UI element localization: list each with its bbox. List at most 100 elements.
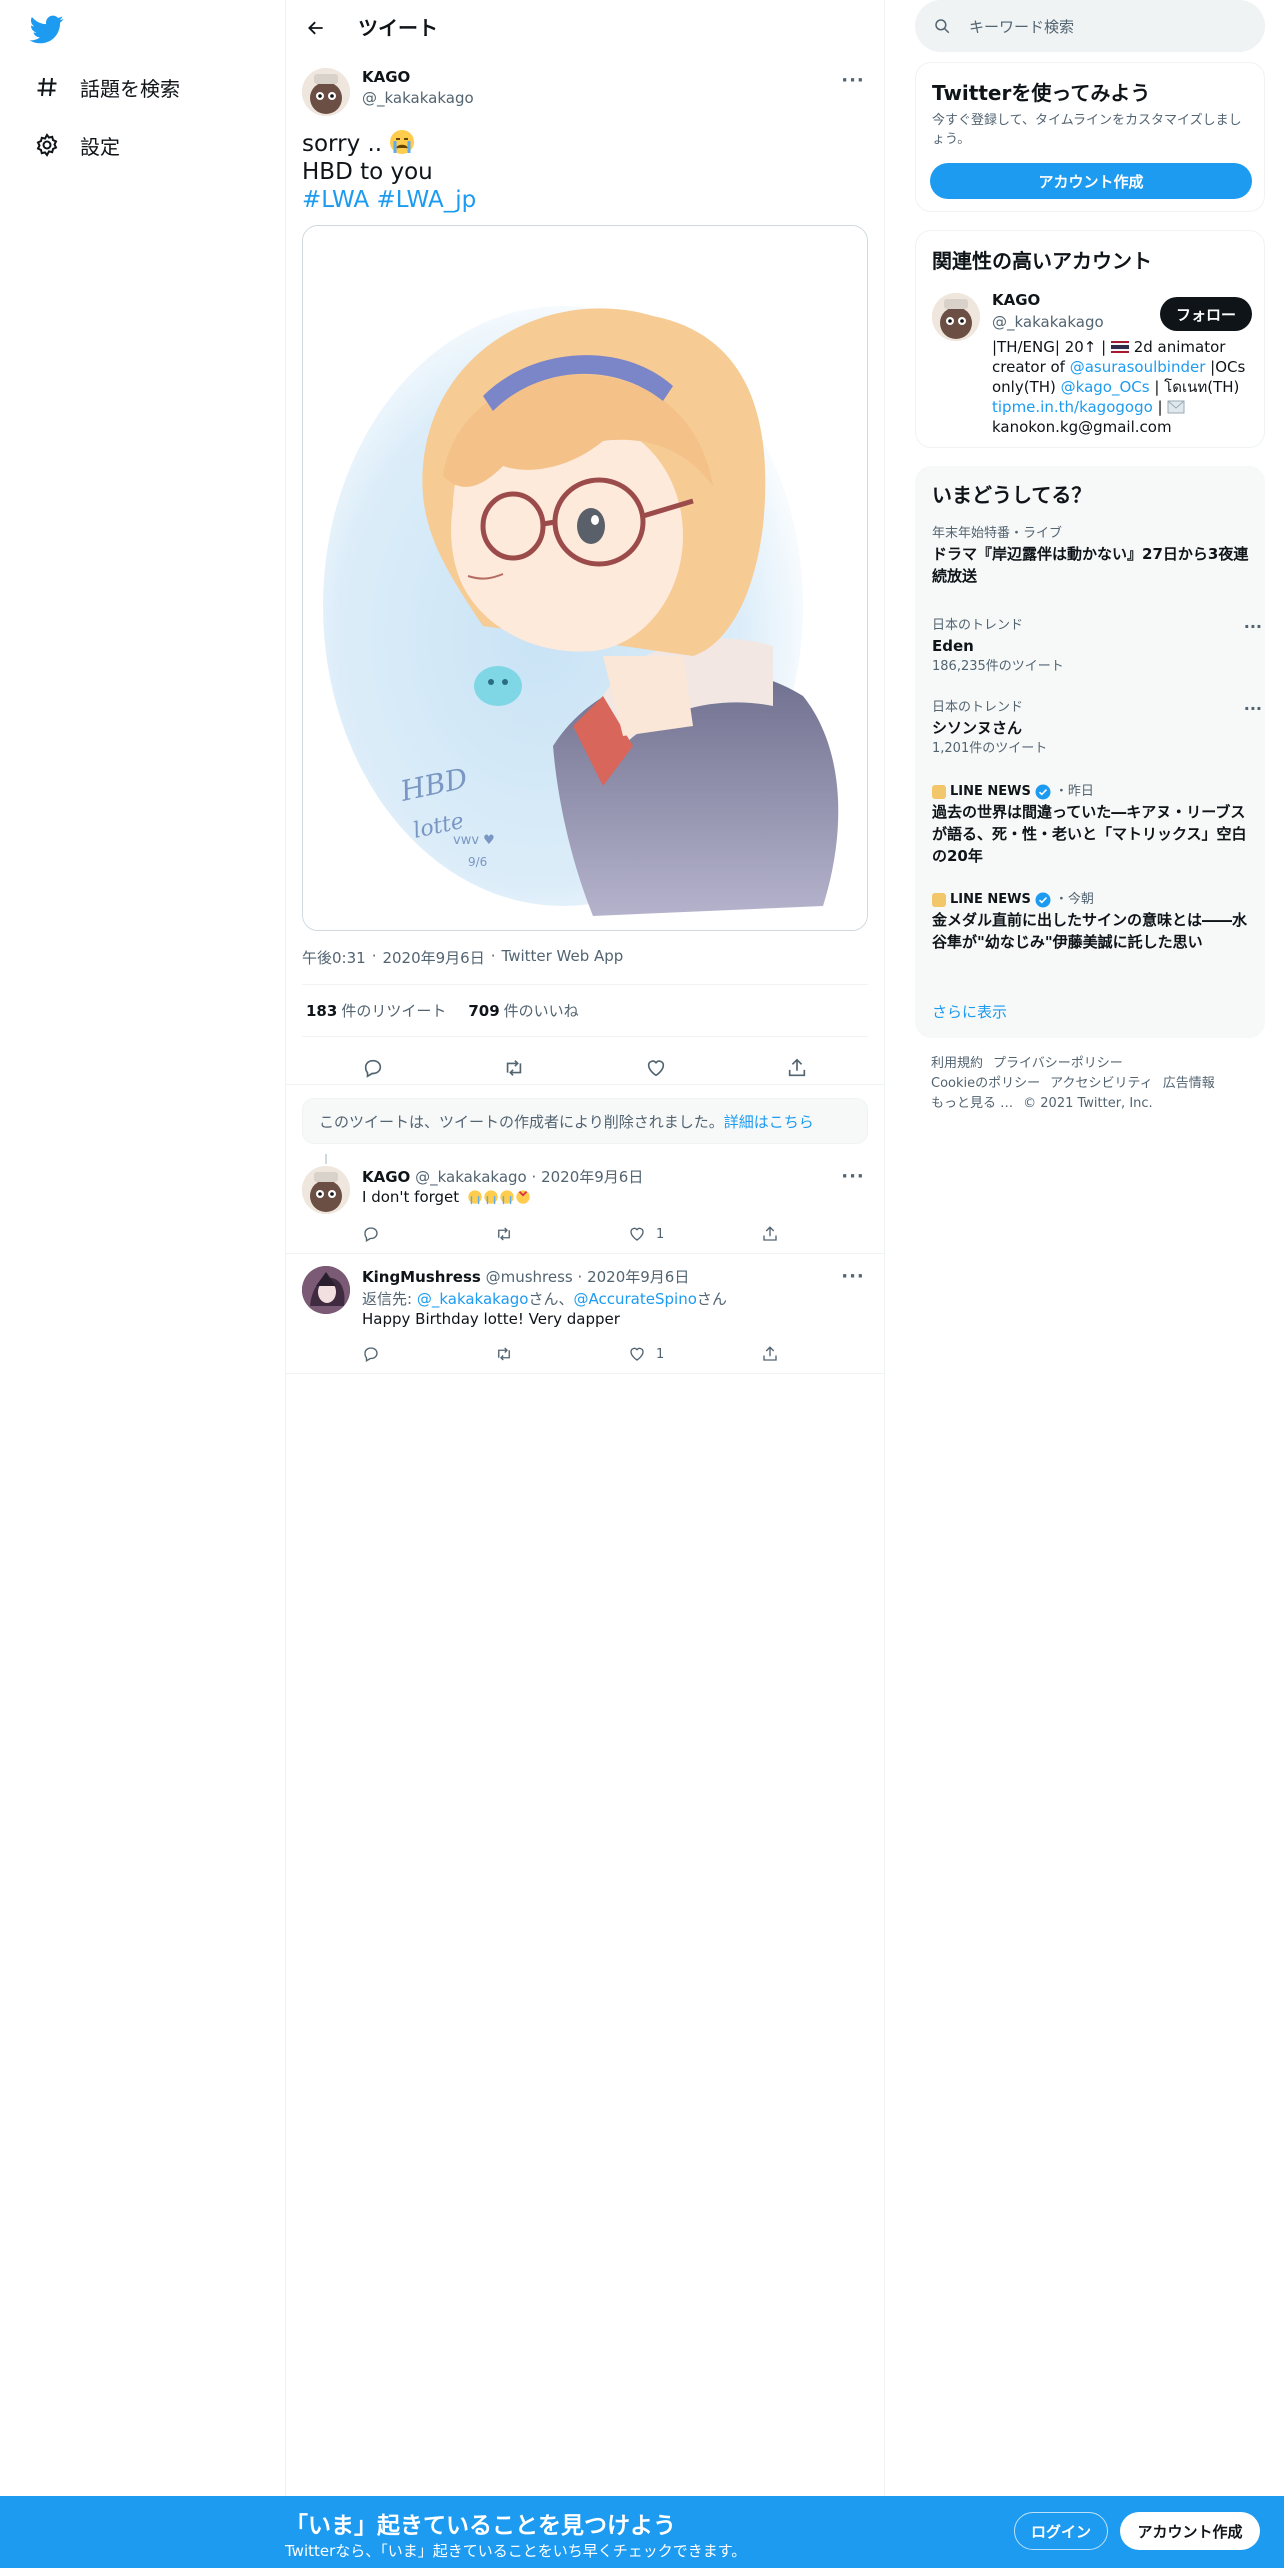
account-handle[interactable]: @_kakakakago	[992, 313, 1104, 331]
more-options-button[interactable]: ···	[1244, 699, 1262, 718]
bio-link[interactable]: tipme.in.th/kagogogo	[992, 398, 1153, 416]
avatar[interactable]	[302, 1266, 350, 1314]
author-handle[interactable]: @_kakakakago	[362, 89, 474, 107]
trend-item[interactable]: LINE NEWS ・今朝 金メダル直前に出したサインの意味とは――水谷隼が"幼…	[932, 891, 1252, 953]
trend-item[interactable]: LINE NEWS ・昨日 過去の世界は間違っていた―キアヌ・リーブスが語る、死…	[932, 783, 1252, 867]
reply-button[interactable]	[355, 1050, 391, 1086]
learn-more-link[interactable]: 詳細はこちら	[724, 1111, 814, 1132]
login-button[interactable]: ログイン	[1014, 2512, 1108, 2550]
trend-item[interactable]: 日本のトレンド シソンヌさん 1,201件のツイート ···	[932, 699, 1262, 759]
twitter-bird-icon[interactable]	[29, 12, 68, 46]
create-account-button[interactable]: アカウント作成	[930, 163, 1252, 199]
footer-link[interactable]: 利用規約	[931, 1056, 983, 1071]
tweet-date[interactable]: 2020年9月6日	[382, 947, 484, 968]
signup-title: Twitterを使ってみよう	[932, 81, 1151, 105]
tweet-source[interactable]: Twitter Web App	[502, 947, 624, 968]
share-button[interactable]	[761, 1220, 801, 1248]
tweet-image[interactable]: HBD lotte vwv ♥ 9/6	[302, 225, 868, 931]
share-button[interactable]	[761, 1340, 801, 1368]
retweet-button[interactable]	[495, 1340, 628, 1368]
main-column: ツイート KAGO @_kakakakago ··· sorry .. HBD …	[285, 0, 885, 2496]
like-button[interactable]	[638, 1050, 674, 1086]
footer-link[interactable]: プライバシーポリシー	[993, 1056, 1123, 1071]
hashtag-link[interactable]: #LWA	[302, 187, 369, 213]
bio-link[interactable]: @asurasoulbinder	[1070, 358, 1206, 376]
trend-title: 過去の世界は間違っていた―キアヌ・リーブスが語る、死・性・老いと「マトリックス」…	[932, 803, 1247, 865]
share-button[interactable]	[779, 1050, 815, 1086]
nav-item-label: 話題を検索	[80, 76, 180, 101]
signup-subtitle: 今すぐ登録して、タイムラインをカスタマイズしましょう。	[932, 113, 1242, 147]
signup-button[interactable]: アカウント作成	[1120, 2512, 1260, 2550]
show-more-link[interactable]: さらに表示	[932, 1001, 1007, 1022]
trend-title: 金メダル直前に出したサインの意味とは――水谷隼が"幼なじみ"伊藤美誠に託した思い	[932, 911, 1248, 951]
trend-context: 年末年始特番・ライブ	[932, 526, 1063, 541]
nav-item-settings[interactable]: 設定	[34, 125, 120, 165]
tweet-metadata: 午後0:31 · 2020年9月6日 · Twitter Web App	[302, 947, 624, 968]
tweet-text: sorry .. HBD to you #LWA #LWA_jp	[302, 129, 868, 214]
more-options-button[interactable]: ···	[838, 68, 868, 92]
reply-button[interactable]	[362, 1220, 495, 1248]
trend-count: 186,235件のツイート	[932, 659, 1064, 674]
retweet-button[interactable]	[496, 1050, 532, 1086]
author-name[interactable]: KAGO	[362, 1168, 410, 1186]
signup-card: Twitterを使ってみよう 今すぐ登録して、タイムラインをカスタマイズしましょ…	[915, 62, 1265, 212]
author-name[interactable]: KAGO	[362, 68, 410, 86]
avatar[interactable]	[302, 1166, 350, 1214]
trend-item[interactable]: 日本のトレンド Eden 186,235件のツイート ···	[932, 617, 1262, 677]
reply-tweet[interactable]: KingMushress @mushress · 2020年9月6日 ··· 返…	[286, 1254, 884, 1374]
mention-link[interactable]: @AccurateSpino	[574, 1290, 697, 1308]
divider	[302, 1036, 868, 1037]
reply-date[interactable]: 2020年9月6日	[587, 1268, 689, 1286]
account-name[interactable]: KAGO	[992, 291, 1040, 309]
header: ツイート	[286, 0, 884, 54]
trend-title: Eden	[932, 637, 974, 655]
account-bio: |TH/ENG| 20↑ | 2d animator creator of @a…	[992, 338, 1246, 436]
reply-text: I don't forget	[362, 1188, 534, 1206]
avatar[interactable]	[302, 68, 350, 116]
bottom-bar-title: 「いま」起きていることを見つけよう	[285, 2513, 676, 2539]
author-name[interactable]: KingMushress	[362, 1268, 481, 1286]
author-handle[interactable]: @mushress	[486, 1268, 573, 1286]
follow-button[interactable]: フォロー	[1160, 297, 1252, 331]
footer-link[interactable]: アクセシビリティ	[1050, 1076, 1153, 1091]
search-input[interactable]: キーワード検索	[915, 0, 1265, 52]
author-handle[interactable]: @_kakakakago	[415, 1168, 527, 1186]
reply-date[interactable]: 2020年9月6日	[541, 1168, 643, 1186]
hashtag-link[interactable]: #LWA_jp	[377, 187, 477, 213]
copyright: © 2021 Twitter, Inc.	[1023, 1096, 1153, 1111]
reply-tweet[interactable]: KAGO @_kakakakago · 2020年9月6日 ··· I don'…	[286, 1150, 884, 1254]
footer-links: 利用規約 プライバシーポリシー Cookieのポリシー アクセシビリティ 広告情報 も…	[931, 1054, 1251, 1114]
thread-line	[325, 1154, 327, 1164]
avatar[interactable]	[932, 293, 980, 341]
page-title: ツイート	[358, 16, 438, 40]
trend-time: ・今朝	[1054, 892, 1094, 907]
mention-link[interactable]: @_kakakakago	[417, 1290, 529, 1308]
footer-link[interactable]: Cookieのポリシー	[931, 1076, 1040, 1091]
left-navigation: 話題を検索 設定	[0, 0, 285, 2496]
more-options-button[interactable]: ···	[1244, 617, 1262, 636]
footer-link[interactable]: 広告情報	[1163, 1076, 1215, 1091]
like-button[interactable]: 1	[628, 1340, 761, 1368]
more-options-button[interactable]: ···	[838, 1264, 868, 1288]
nav-item-explore[interactable]: 話題を検索	[34, 67, 180, 107]
search-icon	[935, 19, 950, 34]
retweet-button[interactable]	[495, 1220, 628, 1248]
reply-button[interactable]	[362, 1340, 495, 1368]
envelope-icon	[1167, 398, 1185, 416]
search-placeholder: キーワード検索	[969, 17, 1075, 36]
footer-link[interactable]: もっと見る …	[931, 1096, 1013, 1111]
retweets-stat[interactable]: 183 件のリツイート	[306, 1000, 446, 1021]
bottom-signup-bar: 「いま」起きていることを見つけよう Twitterなら、「いま」起きていることを…	[0, 2496, 1284, 2568]
divider	[286, 1084, 884, 1085]
likes-stat[interactable]: 709 件のいいね	[468, 1000, 578, 1021]
bio-link[interactable]: @kago_OCs	[1061, 378, 1150, 396]
line-news-icon	[932, 785, 946, 799]
trend-title: ドラマ『岸辺露伴は動かない』27日から3夜連続放送	[932, 545, 1249, 585]
more-options-button[interactable]: ···	[838, 1164, 868, 1188]
trend-context: 日本のトレンド	[932, 700, 1024, 715]
retweet-icon	[498, 1227, 510, 1241]
like-button[interactable]: 1	[628, 1220, 761, 1248]
back-button[interactable]	[298, 10, 334, 46]
trend-item[interactable]: 年末年始特番・ライブ ドラマ『岸辺露伴は動かない』27日から3夜連続放送	[932, 525, 1252, 587]
tweet-time[interactable]: 午後0:31	[302, 947, 366, 968]
